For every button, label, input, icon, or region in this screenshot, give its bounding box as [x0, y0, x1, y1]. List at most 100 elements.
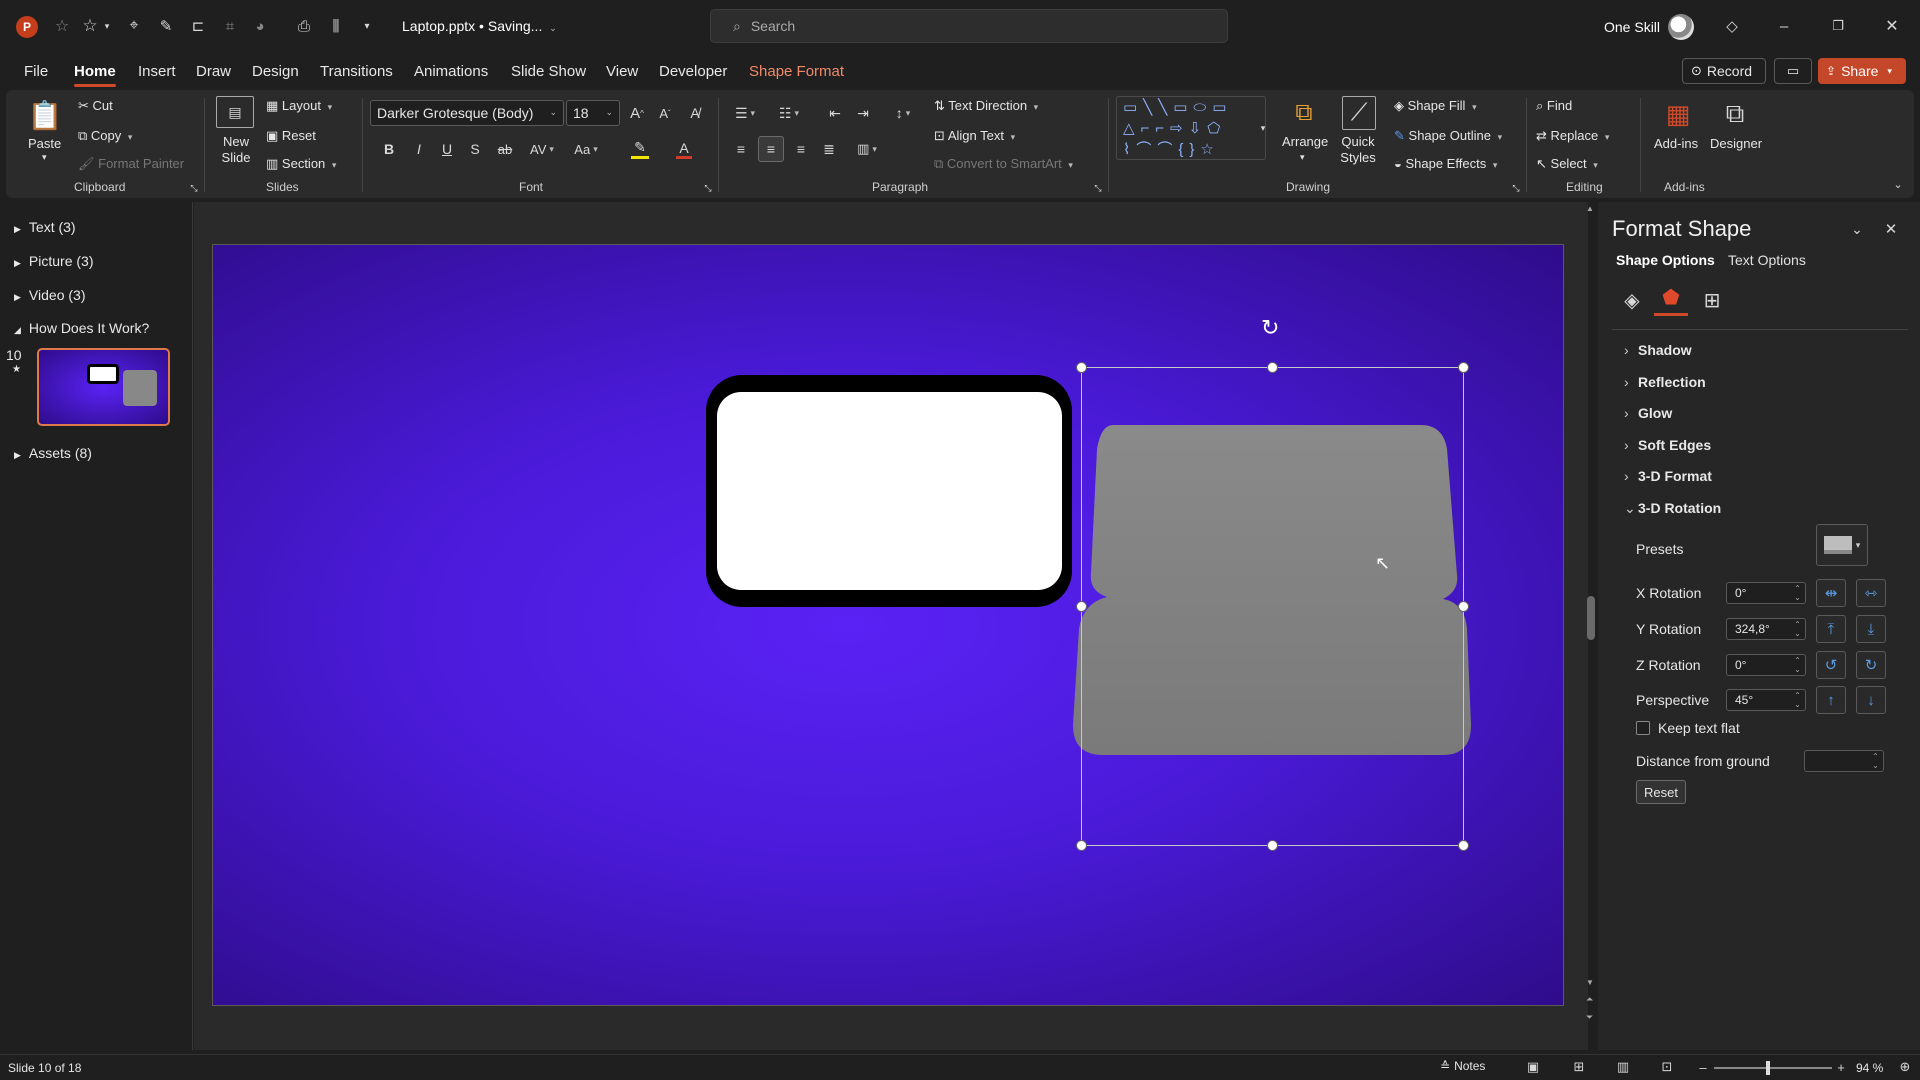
addins-icon[interactable]: ▦: [1660, 96, 1696, 132]
rotate-handle-icon[interactable]: ↻: [1261, 315, 1279, 341]
arrange-icon[interactable]: ⧉: [1286, 96, 1322, 130]
zoom-level[interactable]: 94 %: [1856, 1061, 1883, 1075]
perspective-decrease-icon[interactable]: ↓: [1856, 686, 1886, 714]
normal-view-icon[interactable]: ▣: [1524, 1059, 1542, 1075]
target-icon[interactable]: ⌖: [124, 16, 144, 36]
addins-label[interactable]: Add-ins: [1654, 136, 1698, 151]
cut-button[interactable]: ✂ Cut: [78, 98, 113, 114]
designer-icon[interactable]: ⧉: [1716, 96, 1754, 132]
paste-dropdown[interactable]: ▾: [42, 152, 47, 163]
paste-icon[interactable]: 📋: [28, 96, 63, 134]
reset-button[interactable]: ▣ Reset: [266, 128, 316, 144]
bullets-icon[interactable]: ☰ ▾: [728, 102, 762, 124]
resize-handle-bl[interactable]: [1076, 840, 1087, 851]
bold-icon[interactable]: B: [378, 138, 400, 160]
convert-smartart-button[interactable]: ⧉ Convert to SmartArt ▾: [934, 156, 1073, 172]
arrange-dropdown[interactable]: ▾: [1300, 152, 1305, 163]
rotate-x-right-icon[interactable]: ⇿: [1856, 579, 1886, 607]
font-launcher-icon[interactable]: ⤡: [702, 182, 714, 194]
format-painter-button[interactable]: 🖌 Format Painter: [78, 156, 184, 172]
shape-effects-button[interactable]: ◒ Shape Effects ▾: [1394, 156, 1497, 171]
pane-options-chevron-icon[interactable]: ⌄: [1848, 220, 1866, 238]
font-name-select[interactable]: Darker Grotesque (Body) ⌄: [370, 100, 564, 126]
highlight-icon[interactable]: ✎: [622, 136, 658, 162]
tab-developer[interactable]: Developer: [659, 63, 727, 80]
size-properties-icon[interactable]: ⊞: [1696, 284, 1728, 316]
zoom-in-icon[interactable]: +: [1834, 1059, 1848, 1075]
customize-toolbar-icon[interactable]: ▾: [360, 18, 374, 34]
slide-sorter-icon[interactable]: ⊞: [1570, 1059, 1588, 1075]
rotate-z-counterclockwise-icon[interactable]: ↺: [1816, 651, 1846, 679]
laptop-screen-shape[interactable]: [706, 375, 1072, 607]
print-icon[interactable]: ⎙: [294, 16, 314, 36]
layout-button[interactable]: ▦ Layout ▾: [266, 98, 332, 114]
tab-text-options[interactable]: Text Options: [1728, 252, 1806, 268]
chevron-down-icon[interactable]: ▾: [102, 18, 112, 34]
share-button[interactable]: ⇪ Share ▾: [1818, 58, 1906, 84]
align-icon[interactable]: ⊏: [188, 16, 208, 36]
slideshow-view-icon[interactable]: ⊡: [1658, 1059, 1676, 1075]
shape-fill-button[interactable]: ◈ Shape Fill ▾: [1394, 98, 1477, 114]
underline-icon[interactable]: U: [436, 138, 458, 160]
new-slide-icon[interactable]: ▤: [216, 96, 254, 128]
replace-button[interactable]: ⇄ Replace ▾: [1536, 128, 1609, 144]
resize-handle-br[interactable]: [1458, 840, 1469, 851]
tab-draw[interactable]: Draw: [196, 63, 231, 80]
resize-handle-bc[interactable]: [1267, 840, 1278, 851]
change-case-icon[interactable]: Aa ▾: [568, 138, 604, 160]
glow-section[interactable]: › Glow: [1624, 405, 1672, 421]
x-rotation-input[interactable]: 0°: [1726, 582, 1806, 604]
shapes-gallery[interactable]: ▭╲╲▭⬭▭ △⌐⌐⇨⇩⬠ ⌇⌒⌒{}☆: [1116, 96, 1266, 160]
resize-handle-tc[interactable]: [1267, 362, 1278, 373]
section-video[interactable]: ▶ Video (3): [14, 287, 85, 303]
restore-icon[interactable]: ❐: [1828, 16, 1848, 36]
decrease-indent-icon[interactable]: ⇤: [824, 102, 846, 124]
y-rotation-input[interactable]: 324,8°: [1726, 618, 1806, 640]
reading-view-icon[interactable]: ▥: [1614, 1059, 1632, 1075]
soft-edges-section[interactable]: › Soft Edges: [1624, 437, 1711, 453]
user-name[interactable]: One Skill: [1604, 19, 1660, 35]
diamond-icon[interactable]: ◇: [1722, 16, 1742, 36]
ribbon-collapse-icon[interactable]: ⌄: [1890, 176, 1906, 192]
tab-shape-options[interactable]: Shape Options: [1616, 252, 1715, 268]
scroll-up-icon[interactable]: ▲: [1586, 204, 1594, 213]
keep-text-flat-checkbox[interactable]: [1636, 721, 1650, 735]
scrollbar-thumb[interactable]: [1587, 596, 1595, 640]
share-dropdown-icon[interactable]: ▾: [1887, 66, 1892, 77]
favorite-star-icon[interactable]: ☆: [80, 16, 100, 36]
paragraph-launcher-icon[interactable]: ⤡: [1092, 182, 1104, 194]
font-size-select[interactable]: 18 ⌄: [566, 100, 620, 126]
search-box[interactable]: ⌕ Search: [710, 9, 1228, 43]
quick-styles-label[interactable]: Quick Styles: [1336, 134, 1380, 166]
resize-handle-tr[interactable]: [1458, 362, 1469, 373]
shadow-section[interactable]: › Shadow: [1624, 342, 1692, 358]
3d-format-section[interactable]: › 3-D Format: [1624, 468, 1712, 484]
effects-pentagon-icon[interactable]: ⬟: [1654, 282, 1688, 316]
scroll-down-icon[interactable]: ▼: [1586, 978, 1594, 987]
avatar[interactable]: [1668, 14, 1694, 40]
section-button[interactable]: ▥ Section ▾: [266, 156, 336, 172]
section-picture[interactable]: ▶ Picture (3): [14, 253, 94, 269]
arrange-label[interactable]: Arrange: [1282, 134, 1328, 149]
italic-icon[interactable]: I: [408, 138, 430, 160]
rotate-y-up-icon[interactable]: ⤒: [1816, 615, 1846, 643]
presets-dropdown[interactable]: ▾: [1816, 524, 1868, 566]
crop-icon[interactable]: ⌗: [220, 16, 240, 36]
reflection-section[interactable]: › Reflection: [1624, 374, 1706, 390]
zoom-out-icon[interactable]: –: [1696, 1059, 1710, 1075]
slide[interactable]: ↻ ↖: [212, 244, 1564, 1006]
justify-icon[interactable]: ≣: [818, 138, 840, 160]
zoom-slider[interactable]: [1714, 1061, 1832, 1075]
distance-input[interactable]: [1804, 750, 1884, 772]
comments-button[interactable]: ▭: [1774, 58, 1812, 84]
font-color-icon[interactable]: A: [666, 136, 702, 162]
paste-label[interactable]: Paste: [28, 136, 61, 151]
shape-icon[interactable]: ◕: [250, 16, 270, 36]
fill-line-icon[interactable]: ◈: [1616, 284, 1648, 316]
resize-handle-ml[interactable]: [1076, 601, 1087, 612]
tab-file[interactable]: File: [24, 63, 48, 80]
pane-close-icon[interactable]: ✕: [1882, 220, 1900, 238]
new-slide-label[interactable]: New Slide: [216, 134, 256, 166]
character-spacing-icon[interactable]: AV ▾: [524, 138, 560, 160]
rotate-y-down-icon[interactable]: ⤓: [1856, 615, 1886, 643]
